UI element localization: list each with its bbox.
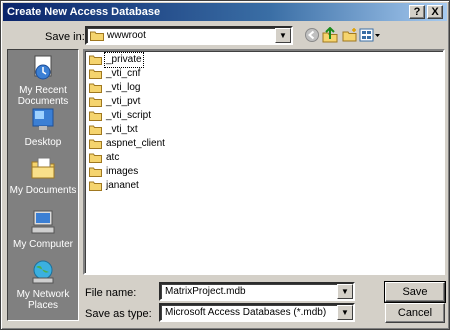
dialog-window: Create New Access Database ? X Save in: … (0, 0, 450, 330)
folder-icon (89, 153, 102, 163)
dialog-title: Create New Access Database (7, 6, 161, 18)
list-item[interactable]: atc (89, 151, 120, 165)
place-desktop[interactable]: Desktop (8, 106, 78, 148)
cancel-button[interactable]: Cancel (385, 303, 445, 323)
list-item[interactable]: _vti_pvt (89, 95, 141, 109)
views-menu-icon[interactable] (359, 27, 381, 43)
list-item[interactable]: _vti_log (89, 81, 141, 95)
recent-documents-icon (34, 55, 52, 80)
save-button[interactable]: Save (384, 281, 446, 303)
list-item-label: _private (104, 52, 144, 68)
back-icon[interactable] (303, 27, 321, 43)
save-as-type-value: Microsoft Access Databases (*.mdb) (165, 307, 327, 318)
folder-icon (90, 31, 104, 41)
place-label: My Network Places (16, 289, 70, 311)
folder-icon (89, 69, 102, 79)
list-item-label: _vti_log (106, 82, 141, 93)
network-places-icon (32, 260, 54, 284)
my-computer-icon (31, 210, 55, 234)
list-item[interactable]: _vti_txt (89, 123, 139, 137)
place-label: My Documents (9, 185, 77, 196)
folder-icon (89, 111, 102, 121)
save-as-type-label: Save as type: (85, 308, 152, 320)
my-documents-icon (31, 157, 55, 179)
file-name-value: MatrixProject.mdb (165, 286, 246, 297)
place-my-network-places[interactable]: My Network Places (8, 258, 78, 311)
file-name-field[interactable]: MatrixProject.mdb ▼ (159, 282, 355, 301)
list-item-label: _vti_script (106, 110, 152, 121)
file-list[interactable]: _private _vti_cnf _vti_log _vti_pvt _vti… (83, 49, 445, 275)
folder-icon (89, 167, 102, 177)
place-my-recent-documents[interactable]: My Recent Documents (8, 54, 78, 107)
list-item[interactable]: jananet (89, 179, 140, 193)
save-as-type-dropdown-arrow[interactable]: ▼ (337, 305, 353, 320)
place-my-documents[interactable]: My Documents (8, 154, 78, 196)
list-item-label: images (106, 166, 139, 177)
list-item-label: aspnet_client (106, 138, 165, 149)
folder-icon (89, 181, 102, 191)
place-my-computer[interactable]: My Computer (8, 208, 78, 250)
place-label: My Recent Documents (17, 85, 69, 107)
help-button[interactable]: ? (409, 5, 425, 19)
desktop-icon (32, 108, 54, 130)
title-bar[interactable]: Create New Access Database ? X (3, 3, 447, 21)
up-folder-icon[interactable] (321, 26, 339, 43)
folder-icon (89, 97, 102, 107)
close-button[interactable]: X (427, 5, 443, 19)
folder-icon (89, 55, 102, 65)
list-item-label: _vti_txt (106, 124, 138, 135)
file-name-dropdown-arrow[interactable]: ▼ (337, 284, 353, 299)
list-item-label: _vti_pvt (106, 96, 141, 107)
save-in-combo[interactable]: wwwroot ▼ (85, 26, 293, 45)
file-name-label: File name: (85, 287, 137, 299)
folder-icon (89, 125, 102, 135)
folder-icon (89, 83, 102, 93)
list-item-label: atc (106, 152, 120, 163)
save-in-label: Save in: (45, 31, 85, 43)
new-folder-icon[interactable] (341, 27, 359, 43)
folder-icon (89, 139, 102, 149)
places-bar: My Recent Documents Desktop My Documents (7, 49, 79, 321)
list-item[interactable]: images (89, 165, 139, 179)
list-item[interactable]: _private (89, 52, 144, 68)
list-item[interactable]: _vti_cnf (89, 67, 141, 81)
save-as-type-select[interactable]: Microsoft Access Databases (*.mdb) ▼ (159, 303, 355, 322)
place-label: My Computer (12, 239, 73, 250)
list-item-label: _vti_cnf (106, 68, 141, 79)
save-in-dropdown-arrow[interactable]: ▼ (275, 28, 291, 43)
list-item[interactable]: aspnet_client (89, 137, 166, 151)
list-item-label: jananet (106, 180, 139, 191)
list-item[interactable]: _vti_script (89, 109, 152, 123)
place-label: Desktop (24, 137, 62, 148)
save-in-value: wwwroot (107, 30, 146, 41)
